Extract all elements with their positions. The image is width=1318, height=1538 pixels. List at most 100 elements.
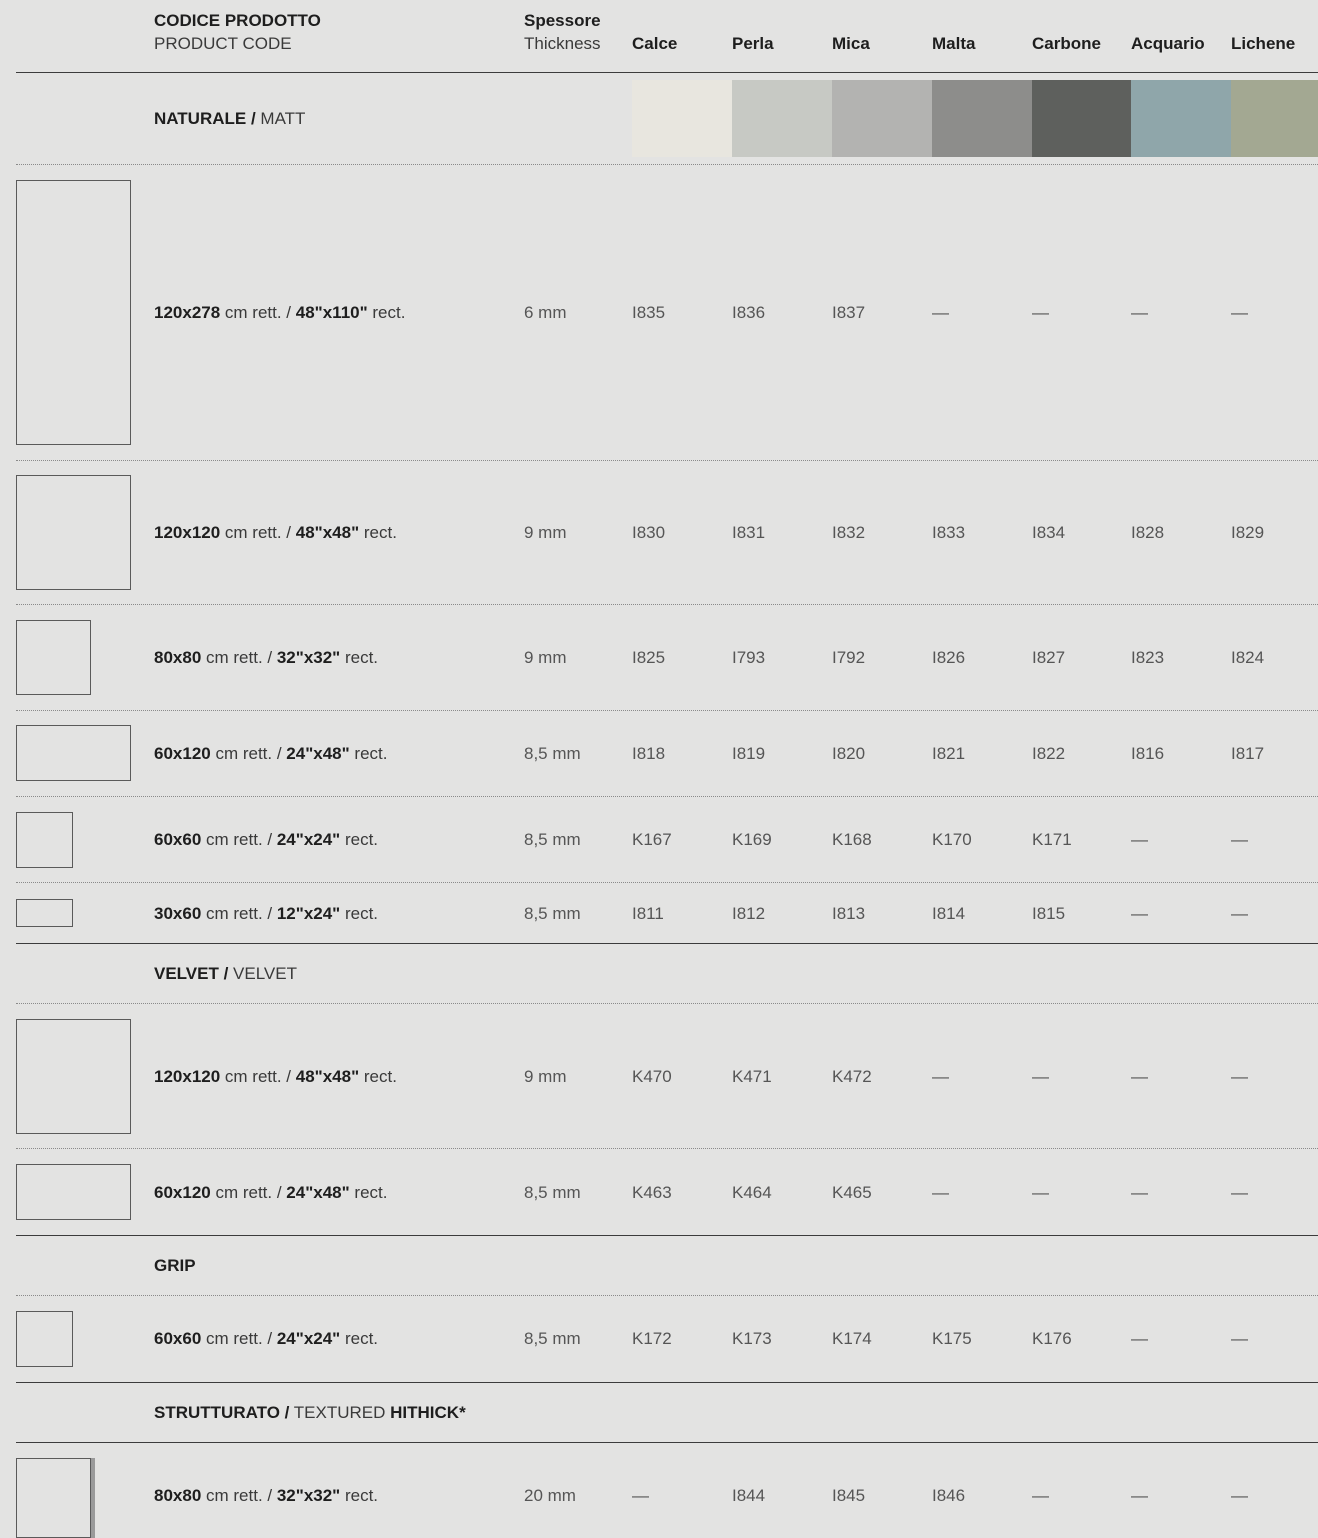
tile-shape-60x120 (16, 725, 131, 781)
header-code-subtitle: PRODUCT CODE (154, 34, 292, 53)
swatch-malta (932, 80, 1032, 157)
product-code: — (1231, 303, 1248, 322)
product-code: I822 (1032, 744, 1066, 763)
size-label: 80x80 cm rett. / 32"x32" rect. (154, 1486, 379, 1505)
product-code: I837 (832, 303, 866, 322)
product-code: I813 (832, 904, 866, 923)
product-code: K170 (932, 830, 972, 849)
product-code: I827 (1032, 648, 1066, 667)
section-title-grip: GRIP (154, 1256, 196, 1275)
row-divider (16, 460, 1318, 461)
column-header-calce: Calce (632, 34, 678, 53)
row-divider (16, 710, 1318, 711)
product-code: K168 (832, 830, 872, 849)
size-label: 60x60 cm rett. / 24"x24" rect. (154, 1329, 379, 1348)
column-header-malta: Malta (932, 34, 976, 53)
section-title-naturale: NATURALE / MATT (154, 109, 306, 128)
thickness-value: 9 mm (524, 1067, 567, 1086)
product-code: — (1231, 1486, 1248, 1505)
swatch-lichene (1231, 80, 1318, 157)
swatch-mica (832, 80, 932, 157)
product-code: K470 (632, 1067, 672, 1086)
header-code-title: CODICE PRODOTTO (154, 11, 321, 30)
product-code: I825 (632, 648, 666, 667)
row-divider (16, 796, 1318, 797)
product-code: I815 (1032, 904, 1066, 923)
thickness-value: 8,5 mm (524, 744, 581, 763)
product-code: I834 (1032, 523, 1066, 542)
product-code: — (1231, 830, 1248, 849)
thickness-value: 8,5 mm (524, 830, 581, 849)
product-code: — (1131, 303, 1148, 322)
section-divider (16, 1382, 1318, 1383)
section-divider (16, 943, 1318, 944)
tile-shape-30x60 (16, 899, 73, 927)
product-code: I819 (732, 744, 766, 763)
product-code: — (1131, 830, 1148, 849)
size-label: 60x120 cm rett. / 24"x48" rect. (154, 1183, 388, 1202)
product-code: I817 (1231, 744, 1265, 763)
thickness-value: 8,5 mm (524, 904, 581, 923)
section-title-velvet: VELVET / VELVET (154, 964, 297, 983)
product-code: K169 (732, 830, 772, 849)
product-code: — (1131, 1183, 1148, 1202)
column-header-carbone: Carbone (1032, 34, 1101, 53)
size-label: 60x120 cm rett. / 24"x48" rect. (154, 744, 388, 763)
header-thickness-title: Spessore (524, 11, 601, 30)
product-code: — (632, 1486, 649, 1505)
product-code: I820 (832, 744, 866, 763)
tile-shape-120x120 (16, 475, 131, 590)
thickness-value: 9 mm (524, 648, 567, 667)
size-label: 120x120 cm rett. / 48"x48" rect. (154, 523, 397, 542)
product-code: I829 (1231, 523, 1265, 542)
tile-shape-120x120 (16, 1019, 131, 1134)
product-code: I814 (932, 904, 966, 923)
swatch-perla (732, 80, 832, 157)
product-code: I818 (632, 744, 666, 763)
product-code: I832 (832, 523, 866, 542)
size-label: 30x60 cm rett. / 12"x24" rect. (154, 904, 379, 923)
thickness-value: 8,5 mm (524, 1183, 581, 1202)
row-divider (16, 1295, 1318, 1296)
thickness-value: 6 mm (524, 303, 567, 322)
product-code: I828 (1131, 523, 1165, 542)
product-code: K174 (832, 1329, 872, 1348)
product-code: I830 (632, 523, 666, 542)
product-code: K465 (832, 1183, 872, 1202)
tile-shape-60x60 (16, 1311, 73, 1367)
product-code: — (932, 1067, 949, 1086)
header-thickness-subtitle: Thickness (524, 34, 601, 53)
section-divider (16, 1442, 1318, 1443)
size-label: 80x80 cm rett. / 32"x32" rect. (154, 648, 379, 667)
tile-shape-80x80 (16, 620, 91, 695)
product-code: — (1231, 1183, 1248, 1202)
product-code: — (1032, 1486, 1049, 1505)
product-code: K167 (632, 830, 672, 849)
tile-shape-120x278 (16, 180, 131, 445)
product-code: I835 (632, 303, 666, 322)
product-code: K175 (932, 1329, 972, 1348)
product-code: K463 (632, 1183, 672, 1202)
product-code: I826 (932, 648, 966, 667)
product-code: I793 (732, 648, 766, 667)
swatch-acquario (1131, 80, 1231, 157)
product-code: — (1131, 904, 1148, 923)
tile-shape-60x60 (16, 812, 73, 868)
product-code: — (1032, 303, 1049, 322)
product-code: — (932, 1183, 949, 1202)
tile-shape-60x120 (16, 1164, 131, 1220)
row-divider (16, 882, 1318, 883)
product-code: I824 (1231, 648, 1265, 667)
column-header-acquario: Acquario (1131, 34, 1205, 53)
product-code: — (1032, 1183, 1049, 1202)
product-code: — (1231, 1067, 1248, 1086)
product-code: I844 (732, 1486, 766, 1505)
product-code: I823 (1131, 648, 1165, 667)
product-code: I831 (732, 523, 766, 542)
header-divider (16, 72, 1318, 73)
product-code: I833 (932, 523, 966, 542)
product-code: K171 (1032, 830, 1072, 849)
product-code: — (1231, 1329, 1248, 1348)
row-divider (16, 604, 1318, 605)
size-label: 120x278 cm rett. / 48"x110" rect. (154, 303, 406, 322)
